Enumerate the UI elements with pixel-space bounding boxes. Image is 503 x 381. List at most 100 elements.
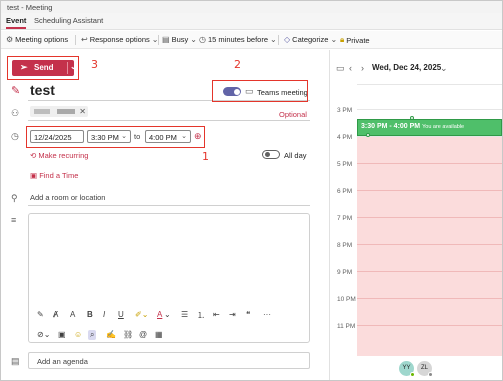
- attendee-underline: [28, 120, 310, 121]
- chevron-down-icon: ⌄: [190, 35, 197, 44]
- link-icon[interactable]: ⛓: [123, 330, 133, 339]
- highlight-icon[interactable]: ✐⌄: [135, 310, 148, 319]
- hour-gridline: [357, 325, 502, 326]
- decrease-indent-icon[interactable]: ⇤: [213, 310, 220, 319]
- busy-label: Busy: [171, 35, 189, 44]
- insert-image-icon[interactable]: ▣: [58, 330, 66, 339]
- avatar-initials: ZL: [420, 365, 428, 371]
- attendee-name-redacted: [57, 109, 75, 114]
- italic-icon[interactable]: I: [103, 310, 105, 319]
- tab-event[interactable]: Event: [6, 16, 27, 29]
- clock-icon: ◷: [199, 35, 206, 44]
- calendar-view-icon[interactable]: ▭: [336, 63, 345, 74]
- make-recurring-link[interactable]: ⟲ Make recurring: [30, 151, 88, 160]
- tag-icon: ◇: [284, 35, 291, 44]
- hour-label: 6 PM: [337, 188, 353, 195]
- annotation-box-send: [7, 56, 79, 80]
- numbered-list-icon[interactable]: ⒈: [197, 310, 205, 321]
- private-label: Private: [346, 35, 370, 45]
- emoji-icon[interactable]: ☺: [74, 330, 82, 339]
- chevron-down-icon[interactable]: ⌄: [164, 310, 171, 319]
- avatar[interactable]: YY: [399, 361, 415, 377]
- response-options-button[interactable]: ↩ Response options ⌄: [81, 35, 158, 44]
- hour-label: 11 PM: [337, 323, 356, 330]
- format-painter-icon[interactable]: ✎: [37, 310, 44, 319]
- response-options-icon: ↩: [81, 35, 88, 44]
- chevron-down-icon[interactable]: ⌄: [440, 63, 448, 74]
- categorize-dropdown[interactable]: ◇ Categorize ⌄: [284, 35, 337, 44]
- attach-file-icon[interactable]: ⊘⌄: [37, 330, 50, 339]
- chevron-down-icon: ⌄: [270, 35, 277, 44]
- all-day-label: All day: [284, 151, 307, 160]
- hour-gridline: [357, 244, 502, 245]
- chevron-down-icon: ⌄: [330, 35, 338, 44]
- hour-label: 7 PM: [337, 215, 353, 222]
- remove-attendee-icon[interactable]: ✕: [79, 107, 86, 116]
- resize-handle-bottom[interactable]: [366, 133, 370, 137]
- location-pin-icon: ⚲: [11, 193, 18, 203]
- avatar-initials: YY: [402, 365, 411, 371]
- response-options-label: Response options: [89, 35, 150, 44]
- private-button[interactable]: 🔒︎ Private: [340, 35, 370, 45]
- clear-formatting-icon[interactable]: Ⱥ: [53, 310, 58, 319]
- reminder-dropdown[interactable]: ◷ 15 minutes before ⌄: [199, 35, 277, 44]
- busy-dropdown[interactable]: ▤ Busy ⌄: [162, 35, 197, 44]
- agenda-input[interactable]: Add an agenda: [28, 352, 310, 369]
- meeting-title-input[interactable]: test: [30, 82, 55, 98]
- description-icon: ≡: [11, 215, 17, 225]
- calendar-date-dropdown[interactable]: Wed, Dec 24, 2025: [372, 63, 441, 72]
- font-size-icon[interactable]: A: [70, 310, 75, 319]
- hour-gridline: [357, 217, 502, 218]
- meeting-options-button[interactable]: ⚙ Meeting options: [6, 35, 68, 44]
- avatar[interactable]: ZL: [417, 361, 433, 377]
- hour-gridline: [357, 84, 502, 85]
- more-options-icon[interactable]: ···: [263, 310, 271, 319]
- annotation-number-1: 1: [202, 150, 209, 163]
- annotation-number-2: 2: [234, 58, 241, 71]
- clock-icon: ◷: [11, 131, 19, 141]
- tab-scheduling-assistant[interactable]: Scheduling Assistant: [34, 16, 103, 25]
- hour-gridline: [357, 298, 502, 299]
- draw-icon[interactable]: ✍: [106, 330, 116, 339]
- people-icon: ⚇: [11, 108, 20, 118]
- bold-icon[interactable]: B: [87, 310, 93, 319]
- loop-component-icon[interactable]: ⌕: [88, 330, 97, 340]
- previous-day-icon[interactable]: ‹: [349, 63, 352, 73]
- increase-indent-icon[interactable]: ⇥: [229, 310, 236, 319]
- next-day-icon[interactable]: ›: [361, 63, 364, 73]
- underline-icon[interactable]: U: [118, 310, 124, 319]
- find-a-time-link[interactable]: ▣ Find a Time: [30, 171, 78, 180]
- meeting-options-icon: ⚙: [6, 35, 14, 44]
- table-icon[interactable]: ▦: [155, 330, 163, 339]
- optional-attendees-link[interactable]: Optional: [279, 110, 307, 119]
- font-color-icon[interactable]: A: [157, 310, 162, 319]
- hour-gridline: [357, 271, 502, 272]
- attendee-chip[interactable]: ✕: [30, 106, 88, 117]
- mention-icon[interactable]: @: [139, 330, 147, 339]
- all-day-toggle[interactable]: [262, 150, 280, 159]
- bullet-list-icon[interactable]: ☰: [181, 310, 188, 319]
- meeting-event-block[interactable]: 3:30 PM - 4:00 PM You are available: [357, 119, 502, 136]
- lock-icon: 🔒︎: [340, 35, 345, 44]
- resize-handle-top[interactable]: [410, 116, 414, 120]
- toolbar-divider: [278, 35, 279, 45]
- reminder-label: 15 minutes before: [207, 35, 269, 44]
- toolbar-divider: [75, 35, 76, 45]
- room-underline: [28, 205, 310, 206]
- quote-icon[interactable]: ❝: [246, 310, 250, 319]
- busy-status-icon: ▤: [162, 35, 170, 44]
- edit-title-icon: ✎: [11, 85, 21, 97]
- presence-badge: [410, 372, 415, 377]
- hour-label: 10 PM: [337, 296, 356, 303]
- hour-label: 3 PM: [337, 107, 353, 114]
- annotation-box-teams: [212, 80, 308, 102]
- meeting-options-label: Meeting options: [15, 35, 69, 44]
- busy-time-block: [357, 136, 502, 356]
- categorize-label: Categorize: [292, 35, 329, 44]
- title-bar: test - Meeting: [1, 1, 502, 13]
- window-title: test - Meeting: [7, 3, 53, 12]
- meeting-description-editor[interactable]: [28, 213, 310, 343]
- room-location-input[interactable]: Add a room or location: [30, 193, 105, 202]
- hour-label: 8 PM: [337, 242, 353, 249]
- hour-gridline: [357, 109, 502, 110]
